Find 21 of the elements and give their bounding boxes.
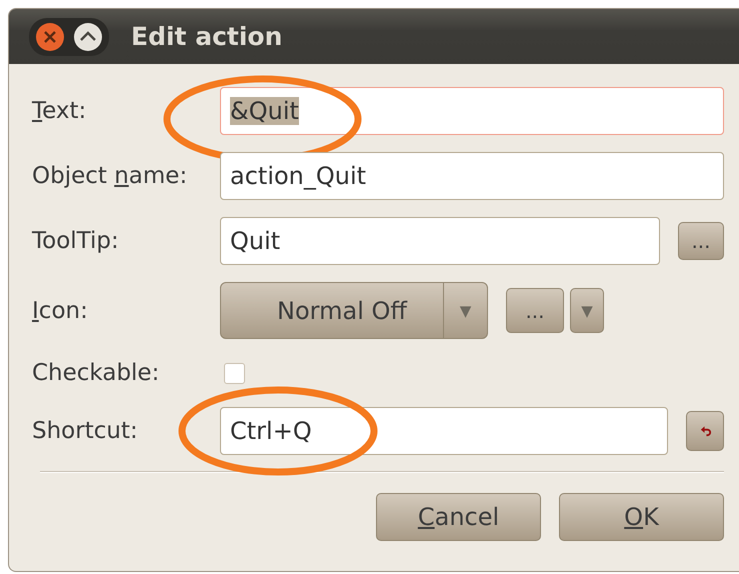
field-label: Shortcut: bbox=[32, 418, 139, 444]
field-label: Object name: bbox=[32, 163, 188, 189]
cancel-button[interactable]: Cancel bbox=[376, 493, 541, 541]
icon-mode-dropdown[interactable]: Normal Off ▼ bbox=[220, 282, 488, 339]
browse-button[interactable]: ... bbox=[506, 288, 564, 333]
field-label: ToolTip: bbox=[32, 228, 120, 254]
maximize-icon[interactable] bbox=[73, 22, 103, 52]
field-label: Icon: bbox=[32, 298, 89, 324]
input-field[interactable]: action_Quit bbox=[220, 152, 724, 200]
checkbox[interactable] bbox=[224, 362, 245, 384]
field-label: Text: bbox=[32, 98, 88, 124]
input-field[interactable]: &Quit bbox=[220, 87, 724, 135]
input-field[interactable]: Quit bbox=[220, 217, 660, 265]
window-title: Edit action bbox=[131, 22, 282, 51]
ok-button[interactable]: OK bbox=[559, 493, 724, 541]
close-icon[interactable] bbox=[35, 22, 65, 52]
field-label: Checkable: bbox=[32, 360, 160, 386]
browse-button[interactable]: ... bbox=[678, 222, 724, 260]
undo-icon bbox=[698, 424, 712, 438]
input-field[interactable]: Ctrl+Q bbox=[220, 407, 668, 455]
reset-button[interactable] bbox=[686, 411, 724, 451]
